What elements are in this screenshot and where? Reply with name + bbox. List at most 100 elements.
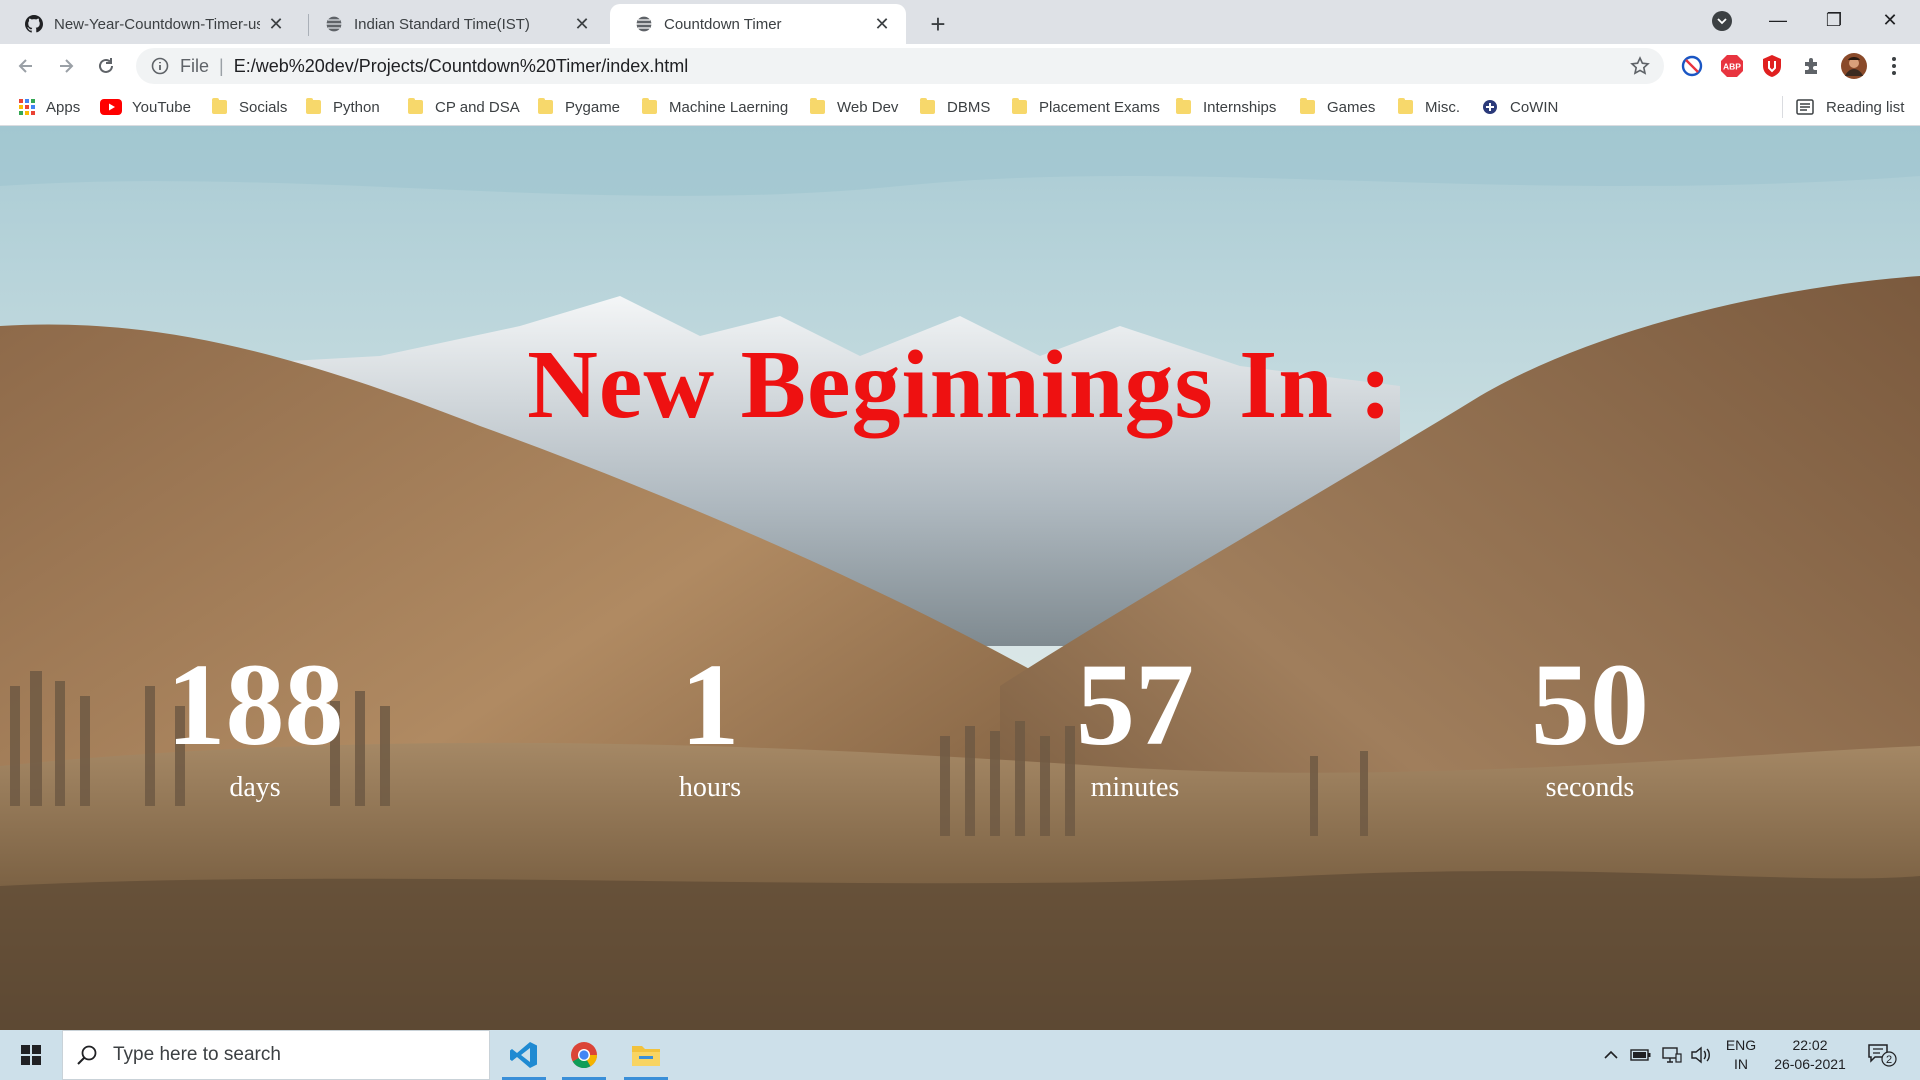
tab-close-icon[interactable]: ✕ [572,14,592,34]
bookmark-label: CoWIN [1510,98,1559,116]
tab-title: Countdown Timer [664,15,782,33]
bookmark-folder-internships[interactable]: Internships [1176,95,1276,119]
tab-countdown[interactable]: Countdown Timer ✕ [610,4,906,44]
tab-ist[interactable]: Indian Standard Time(IST) ✕ [300,4,606,44]
forward-button[interactable] [50,50,82,82]
page-viewport: New Beginnings In : 188 days 1 hours 57 … [0,126,1920,1030]
bookmark-label: Socials [239,98,288,116]
back-button[interactable] [10,50,42,82]
language-indicator[interactable]: ENG IN [1716,1037,1766,1072]
adblock-plus-icon[interactable]: ABP [1720,54,1744,78]
minimize-button[interactable]: — [1750,0,1806,40]
battery-icon[interactable] [1630,1045,1652,1065]
globe-icon [634,14,654,34]
vscode-icon[interactable] [496,1030,552,1080]
address-bar[interactable]: File | E:/web%20dev/Projects/Countdown%2… [136,48,1664,84]
cowin-icon [1483,100,1497,114]
start-button[interactable] [0,1030,62,1080]
shield-icon[interactable] [1760,54,1784,78]
mountain-landscape-image [0,126,1920,1030]
days-label: days [229,772,281,803]
bookmark-star-icon[interactable] [1630,56,1650,81]
taskbar-clock[interactable]: 22:02 26-06-2021 [1762,1037,1858,1072]
bookmark-folder-misc[interactable]: Misc. [1398,95,1460,119]
tab-search-icon[interactable] [1712,11,1732,31]
bookmark-label: Machine Laerning [669,98,789,116]
countdown-days: 188 days [105,646,405,802]
language-code: ENG [1725,1037,1757,1053]
more-menu-icon[interactable] [1882,54,1906,78]
search-icon [75,1043,99,1067]
tab-title: New-Year-Countdown-Timer-usi [54,15,260,33]
reload-button[interactable] [90,50,122,82]
seconds-value: 50 [1531,639,1649,770]
hours-value: 1 [680,639,740,770]
maximize-button[interactable]: ❐ [1806,0,1862,40]
bookmark-label: Apps [46,98,81,116]
minutes-label: minutes [1090,772,1180,803]
info-icon[interactable] [150,56,170,76]
region-code: IN [1734,1056,1748,1072]
bookmark-label: DBMS [947,98,991,116]
notification-icon: 2 [1868,1044,1897,1067]
bookmark-apps[interactable]: Apps [18,95,80,119]
bookmark-label: Misc. [1425,98,1460,116]
folder-icon [306,98,321,114]
bookmark-folder-placement[interactable]: Placement Exams [1012,95,1160,119]
url-text[interactable]: E:/web%20dev/Projects/Countdown%20Timer/… [234,56,689,77]
globe-icon [324,14,344,34]
block-icon[interactable] [1680,54,1704,78]
volume-icon[interactable] [1690,1045,1712,1065]
bookmarks-divider [1782,96,1783,118]
bookmark-label: Web Dev [837,98,899,116]
bookmark-label: Python [333,98,380,116]
countdown-seconds: 50 seconds [1440,646,1740,802]
chrome-icon[interactable] [556,1030,612,1080]
bookmark-folder-socials[interactable]: Socials [212,95,287,119]
network-icon[interactable] [1660,1045,1682,1065]
clock-time: 22:02 [1792,1037,1828,1053]
countdown-minutes: 57 minutes [985,646,1285,802]
reading-list-label: Reading list [1826,98,1905,116]
bookmark-cowin[interactable]: CoWIN [1482,95,1558,119]
reading-list-button[interactable]: Reading list [1796,95,1904,119]
bookmark-label: Games [1327,98,1376,116]
puzzle-icon[interactable] [1800,54,1824,78]
url-scheme: File [180,55,210,76]
tab-close-icon[interactable]: ✕ [872,14,892,34]
bookmark-folder-pygame[interactable]: Pygame [538,95,620,119]
avatar[interactable] [1840,52,1868,80]
windows-taskbar: Type here to search ENG IN 22:02 26-06-2… [0,1030,1920,1080]
bookmark-folder-web-dev[interactable]: Web Dev [810,95,898,119]
notifications-button[interactable]: 2 [1866,1043,1898,1067]
taskbar-search-box[interactable]: Type here to search [62,1030,490,1080]
bookmark-label: CP and DSA [435,98,520,116]
bookmark-folder-cp-dsa[interactable]: CP and DSA [408,95,520,119]
apps-grid-icon [19,99,35,115]
file-explorer-icon[interactable] [618,1030,674,1080]
folder-icon [1300,98,1315,114]
bookmark-folder-dbms[interactable]: DBMS [920,95,990,119]
bookmark-folder-python[interactable]: Python [306,95,380,119]
bookmark-folder-ml[interactable]: Machine Laerning [642,95,788,119]
bookmarks-bar: Apps YouTube Socials Python CP and DSA P… [0,88,1920,126]
folder-icon [1398,98,1413,114]
folder-icon [642,98,657,114]
folder-icon [538,98,553,114]
folder-icon [408,98,423,114]
clock-date: 26-06-2021 [1774,1056,1846,1072]
bookmark-youtube[interactable]: YouTube [100,95,191,119]
reading-list-icon [1796,99,1814,115]
url-divider: | [219,55,224,76]
new-tab-button[interactable]: + [922,8,954,40]
close-window-button[interactable]: ✕ [1862,0,1918,40]
folder-icon [1176,98,1191,114]
chevron-up-icon[interactable] [1600,1045,1622,1065]
bookmark-label: YouTube [132,98,191,116]
github-icon [24,14,44,34]
bookmark-folder-games[interactable]: Games [1300,95,1375,119]
tab-github[interactable]: New-Year-Countdown-Timer-usi ✕ [0,4,300,44]
tab-close-icon[interactable]: ✕ [266,14,286,34]
hours-label: hours [678,772,742,803]
tab-strip: New-Year-Countdown-Timer-usi ✕ Indian St… [0,0,1920,44]
